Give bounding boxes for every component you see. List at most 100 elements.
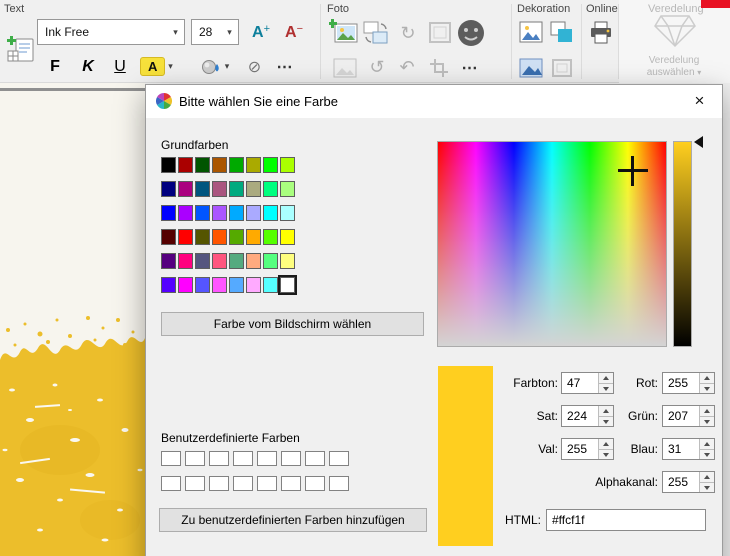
window-close-fragment[interactable] [701, 0, 730, 8]
decoration-background-button[interactable] [516, 54, 546, 81]
underline-button[interactable]: U [107, 53, 133, 80]
basic-color-swatch[interactable] [229, 205, 244, 221]
crop-photo-button[interactable] [424, 54, 454, 81]
basic-color-swatch[interactable] [195, 181, 210, 197]
basic-color-swatch[interactable] [195, 253, 210, 269]
custom-color-swatch[interactable] [233, 451, 253, 466]
alpha-spin-down-button[interactable] [700, 482, 714, 492]
basic-color-swatch[interactable] [161, 157, 176, 173]
alpha-spinbox[interactable]: 255 [662, 471, 715, 493]
fill-color-dropdown-icon[interactable]: ▾ [225, 61, 230, 72]
basic-color-swatch[interactable] [263, 277, 278, 293]
basic-color-swatch[interactable] [246, 157, 261, 173]
basic-color-swatch[interactable] [161, 277, 176, 293]
add-photo-button[interactable] [328, 17, 360, 49]
basic-color-swatch[interactable] [195, 157, 210, 173]
basic-color-swatch[interactable] [263, 157, 278, 173]
decoration-frame-button[interactable] [547, 54, 577, 81]
html-input[interactable] [546, 509, 706, 531]
basic-color-swatch[interactable] [178, 229, 193, 245]
basic-color-swatch[interactable] [280, 253, 295, 269]
basic-color-swatch[interactable] [246, 277, 261, 293]
custom-color-swatch[interactable] [233, 476, 253, 491]
basic-color-swatch[interactable] [212, 181, 227, 197]
custom-color-swatch[interactable] [185, 476, 205, 491]
custom-color-swatch[interactable] [305, 451, 325, 466]
basic-color-swatch[interactable] [161, 229, 176, 245]
fill-color-button[interactable]: ▾ [192, 53, 237, 80]
custom-color-swatch[interactable] [209, 451, 229, 466]
custom-color-swatch[interactable] [281, 476, 301, 491]
basic-color-swatch[interactable] [195, 277, 210, 293]
undo-photo-button[interactable]: ↶ [392, 54, 422, 81]
dialog-close-button[interactable]: × [677, 85, 722, 117]
basic-color-swatch[interactable] [212, 157, 227, 173]
font-size-combo[interactable]: 28 ▾ [191, 19, 239, 45]
basic-color-swatch[interactable] [195, 205, 210, 221]
alpha-spin-up-button[interactable] [700, 472, 714, 482]
blue-spinbox[interactable]: 31 [662, 438, 715, 460]
photo-placeholder-button[interactable] [330, 54, 360, 81]
font-family-dropdown-icon[interactable]: ▾ [167, 27, 184, 38]
photo-frame-button[interactable] [424, 17, 456, 49]
custom-color-swatch[interactable] [161, 451, 181, 466]
value-slider-handle[interactable] [694, 136, 703, 148]
custom-color-swatch[interactable] [305, 476, 325, 491]
basic-color-swatch[interactable] [161, 253, 176, 269]
blue-spin-up-button[interactable] [700, 439, 714, 449]
custom-color-swatch[interactable] [161, 476, 181, 491]
online-print-button[interactable] [585, 16, 617, 50]
custom-color-swatch[interactable] [185, 451, 205, 466]
basic-color-swatch[interactable] [246, 229, 261, 245]
basic-color-swatch[interactable] [195, 229, 210, 245]
basic-color-swatch[interactable] [212, 205, 227, 221]
increase-font-size-button[interactable]: A + [246, 19, 276, 46]
decrease-font-size-button[interactable]: A − [279, 19, 309, 46]
basic-color-swatch[interactable] [178, 181, 193, 197]
foto-more-options-button[interactable]: ⋯ [456, 54, 483, 81]
basic-color-swatch[interactable] [161, 205, 176, 221]
red-spin-down-button[interactable] [700, 383, 714, 393]
basic-color-swatch[interactable] [229, 181, 244, 197]
basic-color-swatch[interactable] [229, 277, 244, 293]
document-canvas[interactable] [0, 83, 145, 556]
green-value[interactable]: 207 [668, 406, 688, 426]
blue-value[interactable]: 31 [668, 439, 681, 459]
add-decoration-image-button[interactable] [516, 17, 546, 47]
basic-color-swatch[interactable] [280, 157, 295, 173]
alpha-value[interactable]: 255 [668, 472, 688, 492]
no-fill-button[interactable]: ⊘ [241, 53, 268, 80]
add-to-custom-colors-button[interactable]: Zu benutzerdefinierten Farben hinzufügen [159, 508, 427, 532]
red-spin-up-button[interactable] [700, 373, 714, 383]
red-spinbox[interactable]: 255 [662, 372, 715, 394]
basic-color-swatch[interactable] [246, 181, 261, 197]
basic-color-swatch[interactable] [229, 157, 244, 173]
add-shape-button[interactable] [547, 17, 577, 47]
add-text-field-button[interactable] [5, 34, 37, 66]
basic-color-swatch[interactable] [263, 181, 278, 197]
custom-color-swatch[interactable] [209, 476, 229, 491]
basic-color-swatch[interactable] [178, 205, 193, 221]
smiley-button[interactable] [453, 15, 489, 51]
swap-photo-button[interactable] [360, 17, 392, 49]
basic-color-swatch[interactable] [229, 229, 244, 245]
green-spinbox[interactable]: 207 [662, 405, 715, 427]
blue-spin-down-button[interactable] [700, 449, 714, 459]
custom-color-swatch[interactable] [281, 451, 301, 466]
basic-color-swatch[interactable] [280, 229, 295, 245]
italic-button[interactable]: K [75, 53, 101, 80]
basic-color-swatch[interactable] [246, 253, 261, 269]
custom-color-swatch[interactable] [329, 476, 349, 491]
font-family-combo[interactable]: Ink Free ▾ [37, 19, 185, 45]
basic-color-swatch[interactable] [246, 205, 261, 221]
basic-color-swatch[interactable] [178, 253, 193, 269]
rotate-left-photo-button[interactable]: ↺ [362, 54, 392, 81]
bold-button[interactable]: F [42, 53, 68, 80]
font-color-dropdown-icon[interactable]: ▾ [168, 61, 173, 72]
font-color-button[interactable]: A ▾ [134, 53, 179, 80]
basic-color-swatch[interactable] [229, 253, 244, 269]
text-more-options-button[interactable]: ⋯ [271, 53, 298, 80]
custom-color-swatch[interactable] [257, 451, 277, 466]
custom-color-swatch[interactable] [329, 451, 349, 466]
basic-color-swatch[interactable] [212, 277, 227, 293]
